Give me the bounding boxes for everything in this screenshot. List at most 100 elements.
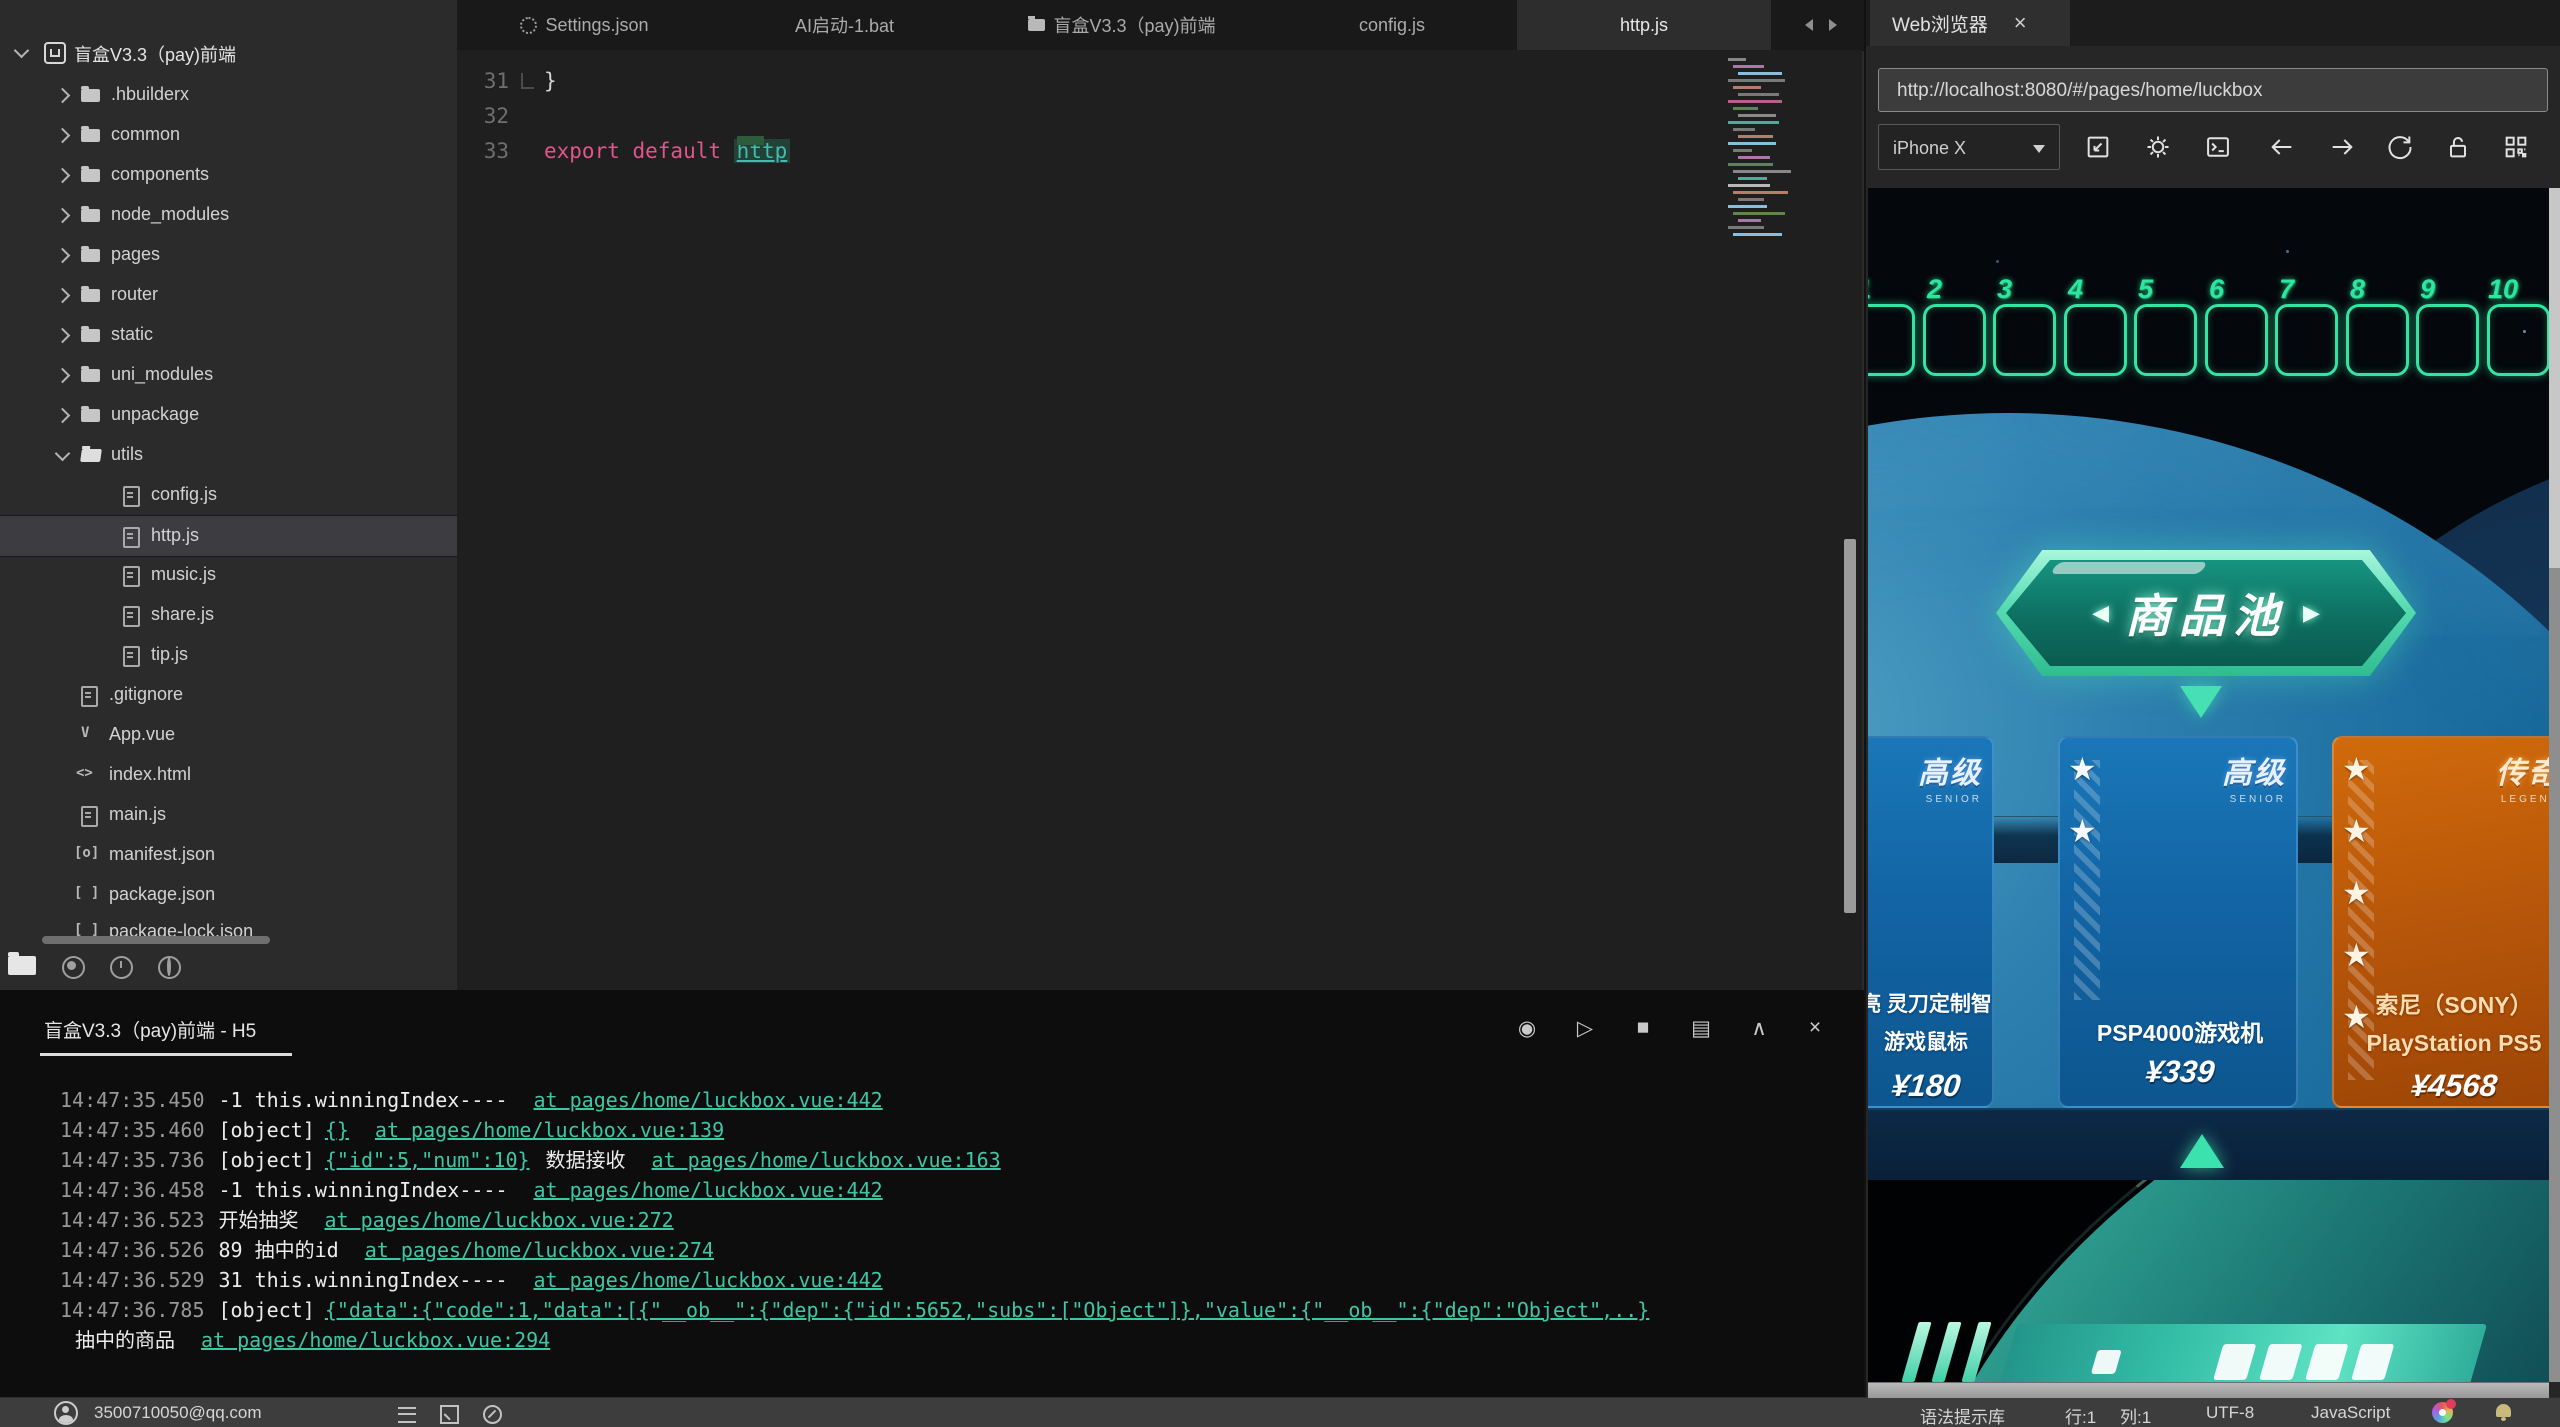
tree-item-app-vue[interactable]: V App.vue — [0, 715, 457, 755]
outline-icon[interactable] — [398, 1407, 416, 1423]
tab-project[interactable]: 盲盒V3.3（pay)前端 — [977, 0, 1267, 50]
prize-slot[interactable] — [2346, 304, 2409, 376]
chevron-right-icon[interactable] — [54, 247, 71, 264]
refresh-icon[interactable] — [2386, 133, 2414, 161]
snapshot-icon[interactable]: ▤ — [1684, 1016, 1718, 1041]
account-icon[interactable] — [54, 1401, 78, 1425]
close-icon[interactable]: × — [2014, 10, 2027, 36]
app-preview-viewport[interactable]: 1 2 3 4 5 6 7 8 9 10 ◀ 商品池 ▶ — [1868, 188, 2549, 1382]
tree-item-package-json[interactable]: [ ] package.json — [0, 875, 457, 915]
collapse-icon[interactable]: ∧ — [1742, 1016, 1776, 1041]
tree-item-music-js[interactable]: music.js — [0, 555, 457, 595]
bell-icon[interactable] — [2496, 1404, 2511, 1421]
tree-item-share-js[interactable]: share.js — [0, 595, 457, 635]
tree-item-hbuilderx[interactable]: .hbuilderx — [0, 75, 457, 115]
tree-item-pages[interactable]: pages — [0, 235, 457, 275]
tree-item-manifest-json[interactable]: [o] manifest.json — [0, 835, 457, 875]
prize-slot[interactable] — [2134, 304, 2197, 376]
code-line[interactable]: 33 export default http — [457, 134, 1862, 169]
run-icon[interactable]: ▷ — [1568, 1016, 1602, 1041]
lock-icon[interactable] — [2444, 133, 2472, 161]
qr-code-icon[interactable] — [2502, 133, 2530, 161]
tree-item-http-js-selected[interactable]: http.js — [0, 515, 457, 557]
browser-tab[interactable]: Web浏览器 × — [1870, 0, 2070, 46]
tab-settings-json[interactable]: Settings.json — [457, 0, 712, 50]
plugin-icon[interactable] — [483, 1405, 502, 1424]
arrow-right-icon[interactable]: ▶ — [2303, 600, 2320, 626]
tree-item-tip-js[interactable]: tip.js — [0, 635, 457, 675]
tree-item-config-js[interactable]: config.js — [0, 475, 457, 515]
url-input[interactable]: http://localhost:8080/#/pages/home/luckb… — [1878, 68, 2548, 112]
project-root-item[interactable]: 盲盒V3.3（pay)前端 — [0, 32, 457, 72]
tree-item-gitignore[interactable]: .gitignore — [0, 675, 457, 715]
object-link[interactable]: {"id":5,"num":10} — [325, 1148, 530, 1172]
cursor-row-status[interactable]: 行:1 — [2065, 1403, 2096, 1427]
object-link[interactable]: {"data":{"code":1,"data":[{"__ob__":{"de… — [325, 1298, 1650, 1322]
history-panel-icon[interactable] — [110, 956, 133, 979]
tree-item-router[interactable]: router — [0, 275, 457, 315]
browser-scrollbar-thumb[interactable] — [2549, 188, 2560, 568]
source-link[interactable]: at pages/home/luckbox.vue:442 — [533, 1178, 882, 1202]
tree-item-package-lock-json[interactable]: [ ] package-lock.json — [0, 912, 457, 952]
tree-item-index-html[interactable]: <> index.html — [0, 755, 457, 795]
source-link[interactable]: at pages/home/luckbox.vue:442 — [533, 1268, 882, 1292]
stop-icon[interactable]: ■ — [1626, 1016, 1660, 1040]
forward-icon[interactable] — [2328, 133, 2356, 161]
tree-item-utils[interactable]: utils — [0, 435, 457, 475]
browser-horizontal-scrollbar[interactable] — [1868, 1382, 2549, 1398]
debug-icon[interactable]: ◉ — [1510, 1016, 1544, 1041]
console-tab[interactable]: 盲盒V3.3（pay)前端 - H5 — [40, 1012, 293, 1056]
product-card[interactable]: ★★★★★ 传奇LEGEND 索尼（SONY）PlayStation PS5 ¥… — [2332, 736, 2549, 1108]
chevron-right-icon[interactable] — [54, 367, 71, 384]
encoding-status[interactable]: UTF-8 — [2206, 1403, 2254, 1423]
chevron-right-icon[interactable] — [54, 207, 71, 224]
chevron-right-icon[interactable] — [54, 327, 71, 344]
source-link[interactable]: at pages/home/luckbox.vue:274 — [365, 1238, 714, 1262]
preview-panel-icon[interactable] — [158, 956, 181, 979]
object-link[interactable]: {} — [325, 1118, 349, 1142]
syntax-lib-status[interactable]: 语法提示库 — [1920, 1403, 2005, 1427]
cursor-col-status[interactable]: 列:1 — [2120, 1403, 2151, 1427]
source-link[interactable]: at pages/home/luckbox.vue:163 — [652, 1148, 1001, 1172]
explorer-horizontal-scrollbar[interactable] — [42, 936, 270, 944]
explorer-panel-icon[interactable] — [8, 952, 36, 975]
chevron-right-icon[interactable] — [54, 407, 71, 424]
prize-slot[interactable] — [2416, 304, 2479, 376]
chevron-right-icon[interactable] — [54, 87, 71, 104]
source-link[interactable]: at pages/home/luckbox.vue:294 — [201, 1328, 550, 1352]
arrow-left-icon[interactable]: ◀ — [2092, 600, 2109, 626]
product-card[interactable]: ★ ★ 高级 SENIOR PSP4000游戏机 ¥339 — [2058, 736, 2298, 1108]
code-editor[interactable]: 31 } 32 33 export default http — [457, 50, 1862, 990]
tree-item-unpackage[interactable]: unpackage — [0, 395, 457, 435]
goods-pool-banner[interactable]: ◀ 商品池 ▶ — [1996, 550, 2416, 676]
product-card[interactable]: 高级 SENIOR 亮 灵刀定制智 游戏鼠标 ¥180 — [1868, 736, 1994, 1108]
code-line[interactable]: 32 — [457, 99, 1862, 134]
prize-slot[interactable] — [1993, 304, 2056, 376]
source-link[interactable]: at pages/home/luckbox.vue:139 — [375, 1118, 724, 1142]
tree-item-uni-modules[interactable]: uni_modules — [0, 355, 457, 395]
resize-viewport-icon[interactable] — [2084, 133, 2112, 161]
prize-slot[interactable] — [2064, 304, 2127, 376]
editor-vertical-scrollbar[interactable] — [1844, 539, 1856, 913]
tab-scroll-left-icon[interactable] — [1805, 19, 1813, 31]
prize-slot[interactable] — [1923, 304, 1986, 376]
theme-notification-icon[interactable] — [2432, 1399, 2456, 1423]
code-line[interactable]: 31 } — [457, 64, 1862, 99]
source-link[interactable]: at pages/home/luckbox.vue:442 — [533, 1088, 882, 1112]
device-select[interactable]: iPhone X — [1878, 124, 2060, 170]
bottom-action-banner[interactable] — [1998, 1324, 2488, 1382]
devtools-console-icon[interactable] — [2204, 133, 2232, 161]
chevron-right-icon[interactable] — [54, 167, 71, 184]
tree-item-components[interactable]: components — [0, 155, 457, 195]
tree-item-node-modules[interactable]: node_modules — [0, 195, 457, 235]
tab-ai-start-bat[interactable]: AI启动-1.bat — [712, 0, 977, 50]
tab-scroll-right-icon[interactable] — [1829, 19, 1837, 31]
chevron-down-icon[interactable] — [13, 42, 30, 59]
chevron-right-icon[interactable] — [54, 287, 71, 304]
preview-icon[interactable] — [440, 1405, 459, 1424]
chevron-down-icon[interactable] — [54, 445, 71, 462]
prize-slot[interactable] — [1868, 304, 1915, 376]
settings-gear-icon[interactable] — [2144, 133, 2172, 161]
tree-item-main-js[interactable]: main.js — [0, 795, 457, 835]
tree-item-common[interactable]: common — [0, 115, 457, 155]
